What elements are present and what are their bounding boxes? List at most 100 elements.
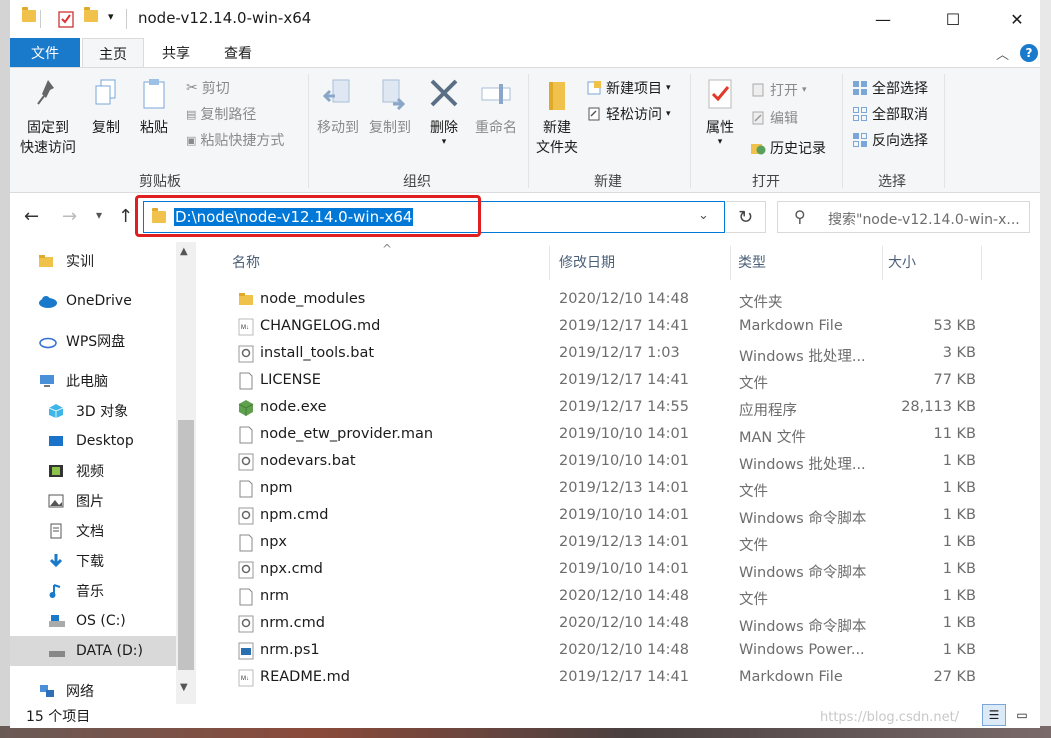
- search-box[interactable]: ⚲ 搜索"node-v12.14.0-win-x...: [777, 201, 1030, 233]
- tab-view[interactable]: 查看: [212, 38, 264, 68]
- file-row[interactable]: node_modules 2020/12/10 14:48 文件夹: [216, 286, 976, 313]
- sidebar-item[interactable]: 图片: [10, 486, 176, 516]
- refresh-button[interactable]: ↻: [726, 201, 766, 233]
- copy-to-button[interactable]: 复制到: [366, 76, 414, 138]
- sidebar-item[interactable]: 实训: [10, 246, 176, 276]
- history-button[interactable]: 历史记录: [750, 138, 826, 158]
- file-row[interactable]: nodevars.bat 2019/10/10 14:01 Windows 批处理.…: [216, 448, 976, 475]
- column-header-type[interactable]: 类型: [738, 252, 766, 272]
- sidebar-item[interactable]: OneDrive: [10, 286, 176, 316]
- file-row[interactable]: node_etw_provider.man 2019/10/10 14:01 MAN…: [216, 421, 976, 448]
- edit-button[interactable]: 编辑: [750, 108, 798, 128]
- close-button[interactable]: ✕: [994, 0, 1040, 38]
- file-row[interactable]: npx 2019/12/13 14:01 文件 1 KB: [216, 529, 976, 556]
- divider[interactable]: [730, 246, 731, 280]
- sidebar-item[interactable]: WPS网盘: [10, 326, 176, 356]
- paste-shortcut-button[interactable]: ▣ 粘贴快捷方式: [186, 130, 284, 150]
- new-item-icon: [586, 80, 602, 96]
- delete-button[interactable]: 删除 ▾: [424, 76, 464, 147]
- file-row[interactable]: install_tools.bat 2019/12/17 1:03 Windows …: [216, 340, 976, 367]
- scroll-up-icon[interactable]: ▲: [180, 246, 188, 257]
- file-row[interactable]: M↓ README.md 2019/12/17 14:41 Markdown File…: [216, 664, 976, 691]
- file-row[interactable]: npx.cmd 2019/10/10 14:01 Windows 命令脚本 1 KB: [216, 556, 976, 583]
- collapse-ribbon-icon[interactable]: ︿: [996, 44, 1009, 63]
- sidebar-item[interactable]: 网络: [10, 676, 176, 706]
- select-none-button[interactable]: 全部取消: [852, 104, 928, 124]
- file-name: npm: [260, 480, 293, 496]
- properties-checkmark-icon[interactable]: [58, 10, 74, 28]
- move-to-button[interactable]: 移动到: [314, 76, 362, 138]
- easy-access-button[interactable]: 轻松访问 ▾: [586, 104, 671, 124]
- file-row[interactable]: node.exe 2019/12/17 14:55 应用程序 28,113 KB: [216, 394, 976, 421]
- file-type: Windows 命令脚本: [739, 565, 867, 581]
- minimize-button[interactable]: —: [860, 0, 906, 38]
- column-header-date[interactable]: 修改日期: [559, 252, 615, 272]
- new-item-button[interactable]: 新建项目 ▾: [586, 78, 671, 98]
- column-header-name[interactable]: 名称: [232, 252, 260, 272]
- properties-icon: [708, 79, 732, 109]
- select-all-button[interactable]: 全部选择: [852, 78, 928, 98]
- new-folder-quick-icon[interactable]: [84, 7, 98, 28]
- powershell-file-icon: [238, 642, 254, 660]
- file-row[interactable]: LICENSE 2019/12/17 14:41 文件 77 KB: [216, 367, 976, 394]
- divider[interactable]: [981, 246, 982, 280]
- invert-selection-button[interactable]: 反向选择: [852, 130, 928, 150]
- new-item-label: 新建项目: [606, 81, 662, 97]
- file-row[interactable]: M↓ CHANGELOG.md 2019/12/17 14:41 Markdown F…: [216, 313, 976, 340]
- delete-dropdown-icon[interactable]: ▾: [424, 138, 464, 147]
- customize-quick-access-icon[interactable]: ▾: [108, 10, 114, 23]
- column-header-size[interactable]: 大小: [888, 252, 916, 272]
- recent-locations-icon[interactable]: ▾: [96, 208, 102, 222]
- sidebar-item[interactable]: OS (C:): [10, 606, 176, 636]
- navigation-pane: 实训 OneDrive WPS网盘此电脑 3D 对象 Desktop 视频 图片 文档 下载音乐…: [10, 242, 196, 706]
- copy-button[interactable]: 复制: [84, 76, 128, 138]
- copy-path-button[interactable]: ▤ 复制路径: [186, 104, 256, 124]
- help-icon[interactable]: ?: [1020, 44, 1038, 62]
- pin-quick-access-button[interactable]: 固定到 快速访问: [16, 76, 80, 158]
- sidebar-item[interactable]: 视频: [10, 456, 176, 486]
- details-view-icon[interactable]: ☰: [982, 704, 1006, 726]
- file-date: 2019/12/17 14:41: [559, 318, 689, 334]
- tab-home[interactable]: 主页: [82, 38, 144, 68]
- file-size: 1 KB: [942, 534, 976, 550]
- file-row[interactable]: nrm 2020/12/10 14:48 文件 1 KB: [216, 583, 976, 610]
- sidebar-item[interactable]: Desktop: [10, 426, 176, 456]
- sidebar-item[interactable]: 音乐: [10, 576, 176, 606]
- forward-arrow-icon[interactable]: →: [62, 206, 77, 227]
- divider[interactable]: [882, 246, 883, 280]
- file-row[interactable]: nrm.cmd 2020/12/10 14:48 Windows 命令脚本 1 KB: [216, 610, 976, 637]
- sidebar-item[interactable]: 下载: [10, 546, 176, 576]
- sidebar-item[interactable]: 文档: [10, 516, 176, 546]
- file-row[interactable]: npm 2019/12/13 14:01 文件 1 KB: [216, 475, 976, 502]
- file-type: MAN 文件: [739, 430, 806, 446]
- sidebar-item[interactable]: 3D 对象: [10, 396, 176, 426]
- sidebar-item[interactable]: DATA (D:): [10, 636, 176, 666]
- large-icons-view-icon[interactable]: ▭: [1010, 704, 1034, 726]
- file-type: 文件: [739, 376, 768, 392]
- properties-button[interactable]: 属性 ▾: [696, 76, 744, 147]
- tab-share[interactable]: 共享: [150, 38, 202, 68]
- blank-file-icon: [238, 588, 253, 606]
- svg-text:M↓: M↓: [241, 676, 249, 682]
- folder-icon: [238, 291, 253, 308]
- new-folder-button[interactable]: 新建 文件夹: [532, 76, 582, 158]
- cut-button[interactable]: ✂ 剪切: [186, 78, 230, 98]
- divider[interactable]: [549, 246, 550, 280]
- tab-file[interactable]: 文件: [10, 38, 80, 68]
- sidebar-item-label: 音乐: [76, 584, 104, 600]
- ribbon-tabs: 文件 主页 共享 查看 ︿ ?: [10, 38, 1040, 68]
- scroll-down-icon[interactable]: ▼: [180, 682, 188, 693]
- sidebar-scroll-thumb[interactable]: [178, 420, 194, 670]
- file-name: nodevars.bat: [260, 453, 356, 469]
- properties-dropdown-icon[interactable]: ▾: [696, 138, 744, 147]
- paste-button[interactable]: 粘贴: [132, 76, 176, 138]
- address-dropdown-icon[interactable]: ⌄: [698, 208, 709, 223]
- rename-button[interactable]: 重命名: [470, 76, 522, 138]
- sidebar-item[interactable]: 此电脑: [10, 366, 176, 396]
- file-row[interactable]: nrm.ps1 2020/12/10 14:48 Windows Power... 1…: [216, 637, 976, 664]
- file-row[interactable]: npm.cmd 2019/10/10 14:01 Windows 命令脚本 1 KB: [216, 502, 976, 529]
- up-arrow-icon[interactable]: ↑: [118, 206, 133, 227]
- open-button[interactable]: 打开 ▾: [750, 80, 807, 100]
- maximize-button[interactable]: ☐: [930, 0, 976, 38]
- back-arrow-icon[interactable]: ←: [24, 206, 39, 227]
